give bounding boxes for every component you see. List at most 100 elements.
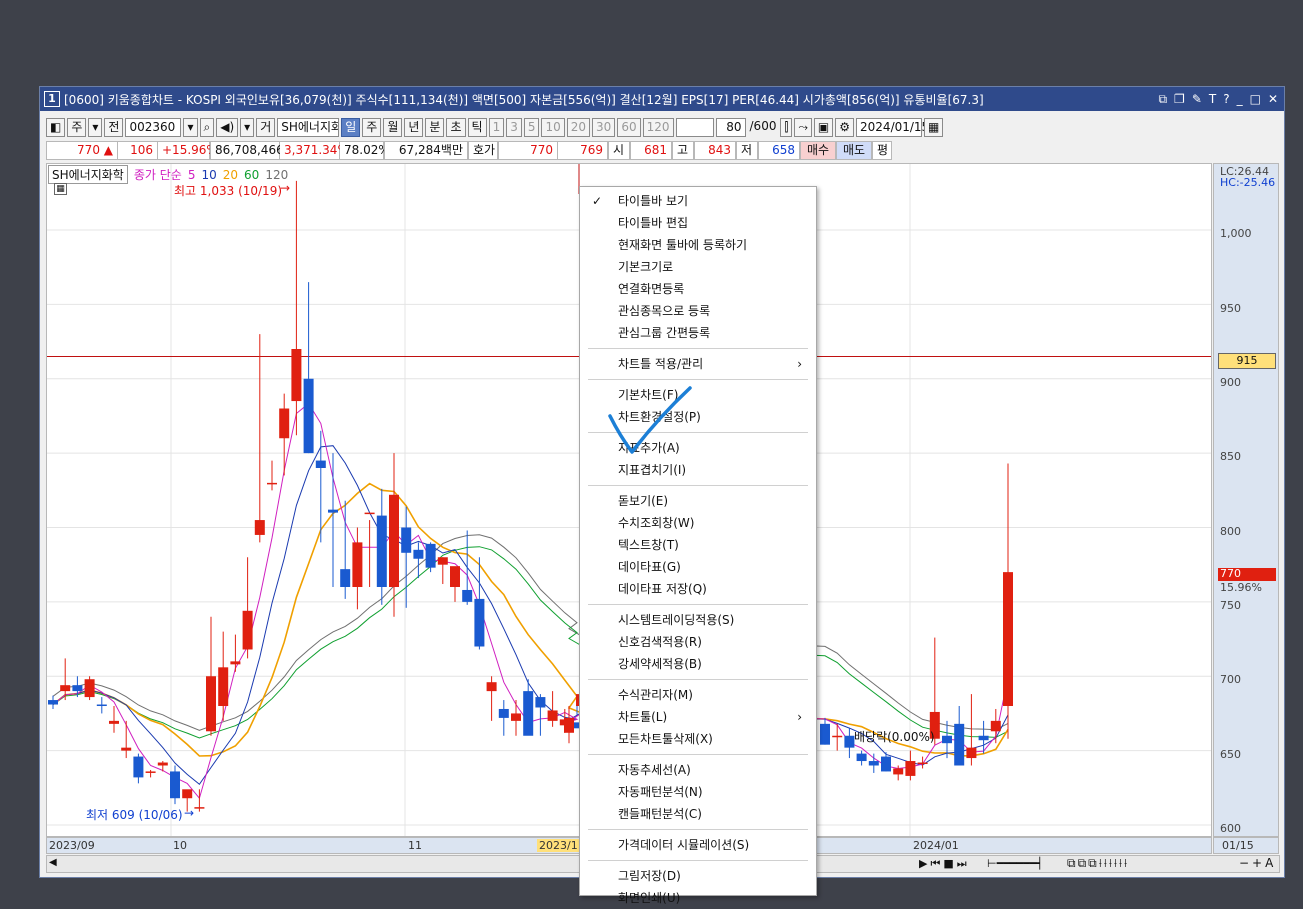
count-input[interactable]: 80 [715,117,746,137]
date-input[interactable]: 2024/01/15 [856,117,929,137]
menu-item[interactable]: 차트툴(L) › [580,706,816,728]
y-tick-700: 700 [1220,673,1241,686]
menu-item[interactable]: 모든차트툴삭제(X) [580,728,816,750]
geo-button[interactable]: 거 [256,117,276,137]
close-icon[interactable]: ✕ [1268,92,1278,107]
search-icon[interactable]: ⌕ [199,117,215,137]
period-month[interactable]: 월 [383,117,403,137]
candle-body [462,589,473,602]
legend-ma-label: 종가 단순 [133,168,182,182]
gear-icon[interactable]: ⚙ [835,117,855,137]
period-year[interactable]: 년 [404,117,424,137]
candle-body [474,598,485,647]
candle-icon[interactable]: ⫿ [780,117,793,137]
candle-body [1003,572,1013,706]
font-icon[interactable]: T [1209,92,1216,107]
count-total: /600 [749,118,777,133]
candle-body [425,543,436,568]
layout-icon[interactable]: ◧ [46,117,66,137]
menu-item[interactable]: 관심종목으로 등록 [580,300,816,322]
candle-body [413,549,424,559]
candle-body [96,704,107,707]
maximize-icon[interactable]: □ [1250,92,1261,107]
interval-3[interactable]: 3 [506,117,522,137]
interval-5[interactable]: 5 [523,117,540,137]
candle-body [328,509,338,513]
menu-item-label: 차트툴(L) [618,710,668,724]
type-select[interactable]: 주 [67,117,87,137]
code-dropdown-icon[interactable]: ▾ [183,117,198,137]
candle-body [254,520,265,535]
menu-item[interactable]: 기본크기로 [580,256,816,278]
interval-120[interactable]: 120 [642,117,674,137]
menu-item[interactable]: 신호검색적용(R) [580,631,816,653]
menu-item[interactable]: ✓ 타이틀바 보기 [580,190,816,212]
copy-icon[interactable]: ❐ [1174,92,1185,107]
interval-20[interactable]: 20 [566,117,591,137]
menu-item[interactable]: 현재화면 툴바에 등록하기 [580,234,816,256]
title-bar[interactable]: 1 [0600] 키움종합차트 - KOSPI 외국인보유[36,079(천)]… [40,87,1284,111]
period-tick[interactable]: 틱 [467,117,487,137]
zoom-buttons-icon[interactable]: −+A [1239,856,1276,870]
period-minute[interactable]: 분 [425,117,445,137]
chart-tools-icons[interactable]: ⧉⧉⧉⟊⟊⟊⟊⟊⟊ [1067,856,1129,871]
type-dropdown-icon[interactable]: ▾ [88,117,103,137]
menu-separator [588,604,808,605]
price-axis[interactable]: LC:26.44 HC:-25.46 1,000 950 900 850 800… [1213,163,1279,837]
menu-item[interactable]: 자동추세선(A) [580,759,816,781]
buy-button[interactable]: 매수 [800,140,836,160]
sound-icon[interactable]: ◀) [216,117,239,137]
menu-item[interactable]: 가격데이터 시뮬레이션(S) [580,834,816,856]
menu-item[interactable]: 텍스트창(T) [580,534,816,556]
low-label: 저 [736,140,758,160]
candle-body [868,761,879,766]
sell-button[interactable]: 매도 [836,140,872,160]
interval-1[interactable]: 1 [488,117,505,137]
zoom-slider[interactable]: ⊢━━━━━━┥ [987,857,1043,870]
eval-button[interactable]: 평 [872,140,892,160]
period-week[interactable]: 주 [362,117,382,137]
sound-dropdown-icon[interactable]: ▾ [240,117,255,137]
menu-item[interactable]: 시스템트레이딩적용(S) [580,609,816,631]
scroll-left-icon[interactable]: ◀ [49,857,57,868]
save-icon[interactable]: ▣ [813,117,834,137]
interval-30[interactable]: 30 [592,117,616,137]
menu-item[interactable]: 차트틀 적용/관리 › [580,353,816,375]
menu-item[interactable]: 수치조회창(W) [580,512,816,534]
interval-60[interactable]: 60 [617,117,641,137]
high-annotation: 최고 1,033 (10/19) [174,184,283,198]
code-input[interactable]: 002360 [125,117,182,137]
menu-item[interactable]: 화면인쇄(U) [580,887,816,909]
interval-10[interactable]: 10 [541,117,565,137]
menu-item[interactable]: 그림저장(D) [580,865,816,887]
candle-body [170,771,180,799]
menu-item[interactable]: 관심그룹 간편등록 [580,322,816,344]
prev-button[interactable]: 전 [104,117,124,137]
link-icon[interactable]: ⧉ [1158,92,1167,107]
grid-icon[interactable]: ▦ [54,183,67,195]
period-second[interactable]: 초 [446,117,466,137]
playback-controls-icon[interactable]: ▶⏮■⏭ [919,857,970,871]
menu-item[interactable]: 돋보기(E) [580,490,816,512]
candle-body [48,700,58,705]
menu-item-label: 데이타표 저장(Q) [618,582,707,596]
help-icon[interactable]: ? [1223,92,1229,107]
candle-body [340,569,351,587]
pin-icon[interactable]: ✎ [1192,92,1202,107]
menu-item-label: 수치조회창(W) [618,516,695,530]
menu-item[interactable]: 연결화면등록 [580,278,816,300]
menu-item-label: 신호검색적용(R) [618,635,702,649]
menu-item[interactable]: 데이타표 저장(Q) [580,578,816,600]
menu-item[interactable]: 캔들패턴분석(C) [580,803,816,825]
calendar-icon[interactable]: ▦ [924,117,944,137]
period-day[interactable]: 일 [341,117,361,137]
menu-item[interactable]: 수식관리자(M) [580,684,816,706]
menu-item[interactable]: 데이타표(G) [580,556,816,578]
menu-item[interactable]: 자동패턴분석(N) [580,781,816,803]
menu-item[interactable]: 타이틀바 편집 [580,212,816,234]
trend-icon[interactable]: ⤳ [794,117,812,137]
menu-item[interactable]: 강세약세적용(B) [580,653,816,675]
legend-stock-name[interactable]: SH에너지화학 [48,165,128,184]
minimize-icon[interactable]: _ [1237,92,1243,107]
interval-input[interactable] [675,117,714,137]
